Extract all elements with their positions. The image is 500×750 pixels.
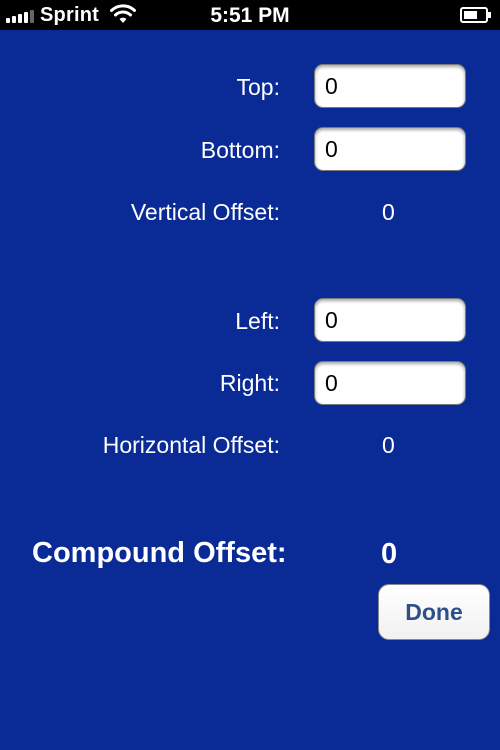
- battery-icon: [460, 7, 491, 23]
- left-label: Left:: [235, 308, 280, 334]
- horizontal-offset-label: Horizontal Offset:: [102, 432, 280, 458]
- top-label: Top:: [236, 74, 280, 100]
- bottom-input[interactable]: [314, 127, 466, 171]
- vertical-offset-label: Vertical Offset:: [130, 199, 280, 225]
- bottom-label: Bottom:: [200, 137, 280, 163]
- compound-offset-value: 0: [381, 538, 398, 570]
- right-label: Right:: [219, 370, 280, 396]
- vertical-offset-value: 0: [382, 199, 395, 225]
- compound-offset-label: Compound Offset:: [32, 537, 287, 569]
- done-button[interactable]: Done: [378, 584, 490, 640]
- horizontal-offset-value: 0: [382, 432, 395, 458]
- right-input[interactable]: [314, 361, 466, 405]
- status-bar: Sprint 5:51 PM: [0, 0, 500, 30]
- left-input[interactable]: [314, 298, 466, 342]
- status-time: 5:51 PM: [210, 4, 290, 27]
- top-input[interactable]: [314, 64, 466, 108]
